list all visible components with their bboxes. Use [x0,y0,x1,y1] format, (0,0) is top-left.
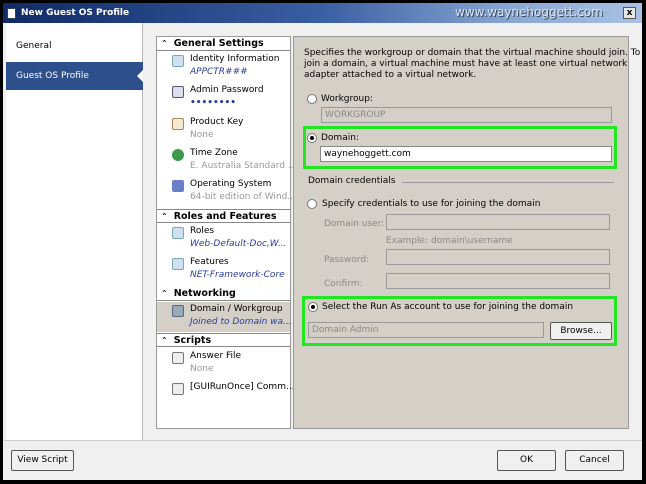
close-button[interactable]: x [623,7,636,19]
domain-user-input[interactable] [386,214,610,230]
divider [402,182,614,183]
section-networking[interactable]: ⌃ Networking [157,287,290,301]
network-icon [172,305,184,317]
domain-workgroup-panel: Specifies the workgroup or domain that t… [293,36,640,429]
domain-label: Domain: [321,133,359,143]
watermark: www.waynehoggett.com [455,5,603,19]
domain-user-label: Domain user: [324,219,385,229]
nav-item-general[interactable]: General [6,32,143,60]
specify-credentials-label: Specify credentials to use for joining t… [322,199,541,209]
runas-radio[interactable] [308,302,318,312]
script-icon [172,352,184,364]
tree-item-operating-system[interactable]: Operating System 64-bit edition of Wind..… [157,177,296,207]
confirm-label: Confirm: [324,279,363,289]
workgroup-radio[interactable] [307,94,317,104]
title-bar: New Guest OS Profile www.waynehoggett.co… [3,3,642,23]
window-title: New Guest OS Profile [21,8,130,18]
tree-item-time-zone[interactable]: Time Zone E. Australia Standard ... [157,146,296,176]
view-script-button[interactable]: View Script [11,450,74,471]
password-lock-icon [172,86,184,98]
collapse-icon: ⌃ [161,336,168,345]
browse-button[interactable]: Browse... [550,322,612,340]
nav-item-guest-os-profile[interactable]: Guest OS Profile [6,62,143,90]
os-icon [172,180,184,192]
confirm-input[interactable] [386,273,610,289]
cancel-button[interactable]: Cancel [565,450,624,471]
credentials-header: Domain credentials [308,176,396,186]
tree-item-identity[interactable]: Identity Information APPCTR### [157,52,290,82]
section-roles-features[interactable]: ⌃ Roles and Features [157,209,290,223]
collapse-icon: ⌃ [161,289,168,298]
specify-credentials-radio[interactable] [307,199,317,209]
runas-label: Select the Run As account to use for joi… [322,302,574,312]
features-icon [172,258,184,270]
section-scripts[interactable]: ⌃ Scripts [157,333,290,347]
domain-radio[interactable] [307,133,317,143]
description: Specifies the workgroup or domain that t… [304,48,641,80]
button-bar: View Script OK Cancel [3,440,642,480]
new-guest-os-profile-window: New Guest OS Profile www.waynehoggett.co… [3,3,642,480]
password-label: Password: [324,255,370,265]
tree-item-roles[interactable]: Roles Web-Default-Doc,W... [157,224,290,254]
globe-icon [172,149,184,161]
password-input[interactable] [386,249,610,265]
window-icon [7,8,16,19]
certificate-icon [172,118,184,130]
identity-icon [172,55,184,67]
tree-item-guirunonce[interactable]: [GUIRunOnce] Comm... [157,380,295,410]
tree-item-answer-file[interactable]: Answer File None [157,349,290,379]
wizard-nav: General Guest OS Profile [6,23,143,441]
example-hint: Example: domain\username [386,236,513,246]
settings-tree: ⌃ General Settings Identity Information AP… [156,36,296,429]
tree-item-admin-password[interactable]: Admin Password •••••••• [157,83,290,113]
collapse-icon: ⌃ [161,212,168,221]
tree-item-features[interactable]: Features NET-Framework-Core [157,255,290,285]
domain-input[interactable]: waynehoggett.com [320,146,612,162]
section-general-settings[interactable]: ⌃ General Settings [157,37,290,51]
ok-button[interactable]: OK [497,450,556,471]
workgroup-input[interactable]: WORKGROUP [321,107,612,123]
roles-icon [172,227,184,239]
runas-account-input[interactable]: Domain Admin [308,322,544,338]
workgroup-label: Workgroup: [321,94,373,104]
collapse-icon: ⌃ [161,39,168,48]
script-icon [172,383,184,395]
tree-item-domain-workgroup[interactable]: Domain / Workgroup Joined to Domain wa... [157,302,292,332]
tree-item-product-key[interactable]: Product Key None [157,115,290,145]
